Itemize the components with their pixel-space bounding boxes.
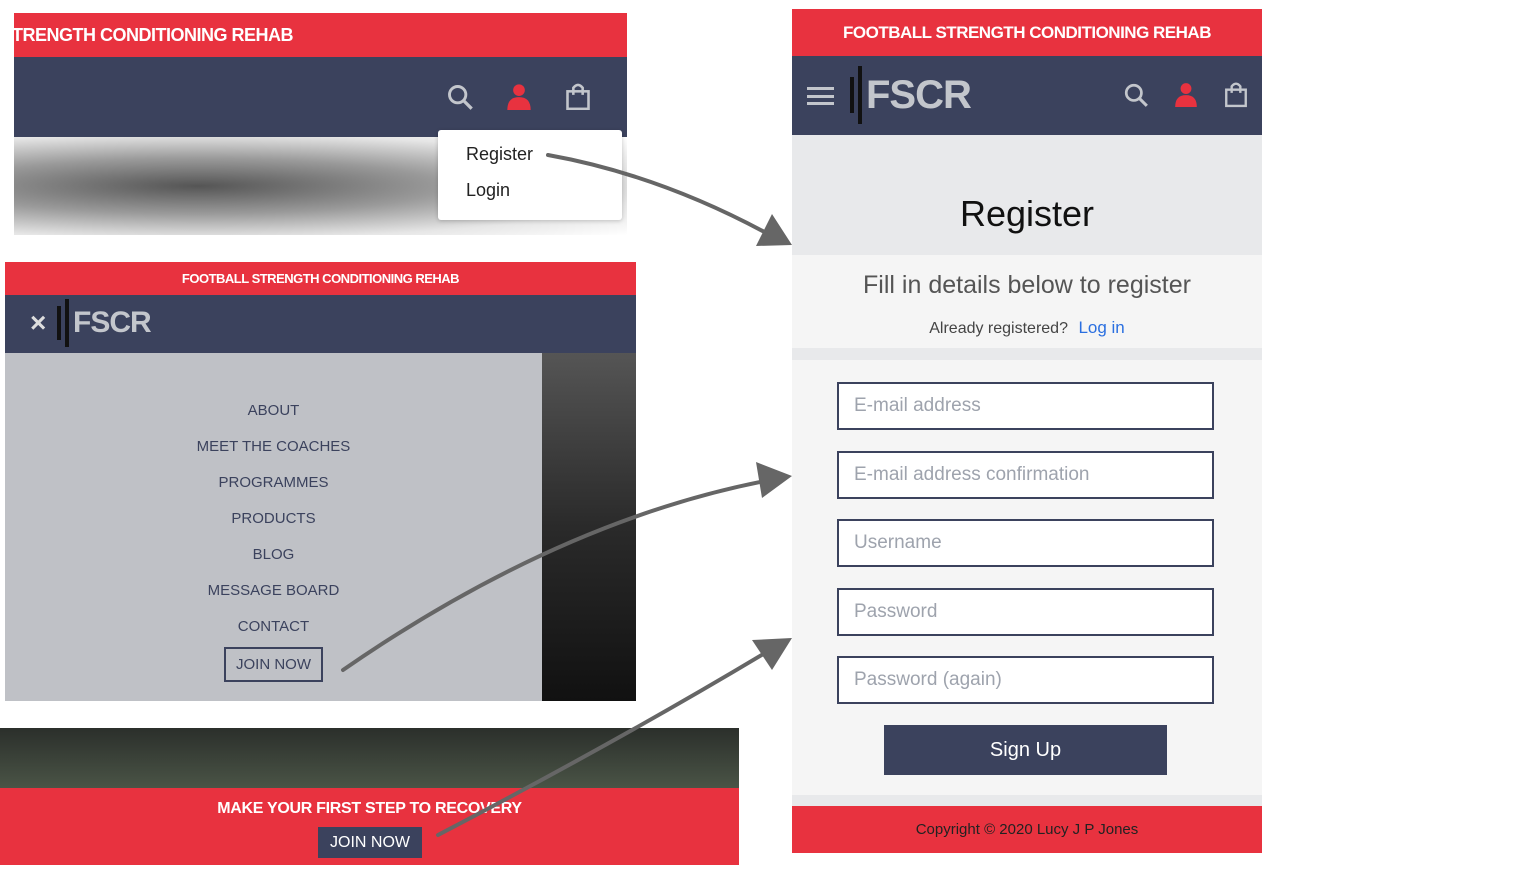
arrow-register-to-page (546, 153, 772, 237)
flow-arrows (341, 153, 792, 837)
arrowhead (756, 462, 792, 498)
arrow-join-menu-to-page (341, 478, 772, 672)
arrow-join-cta-to-page (436, 648, 772, 837)
arrowhead (752, 638, 792, 670)
